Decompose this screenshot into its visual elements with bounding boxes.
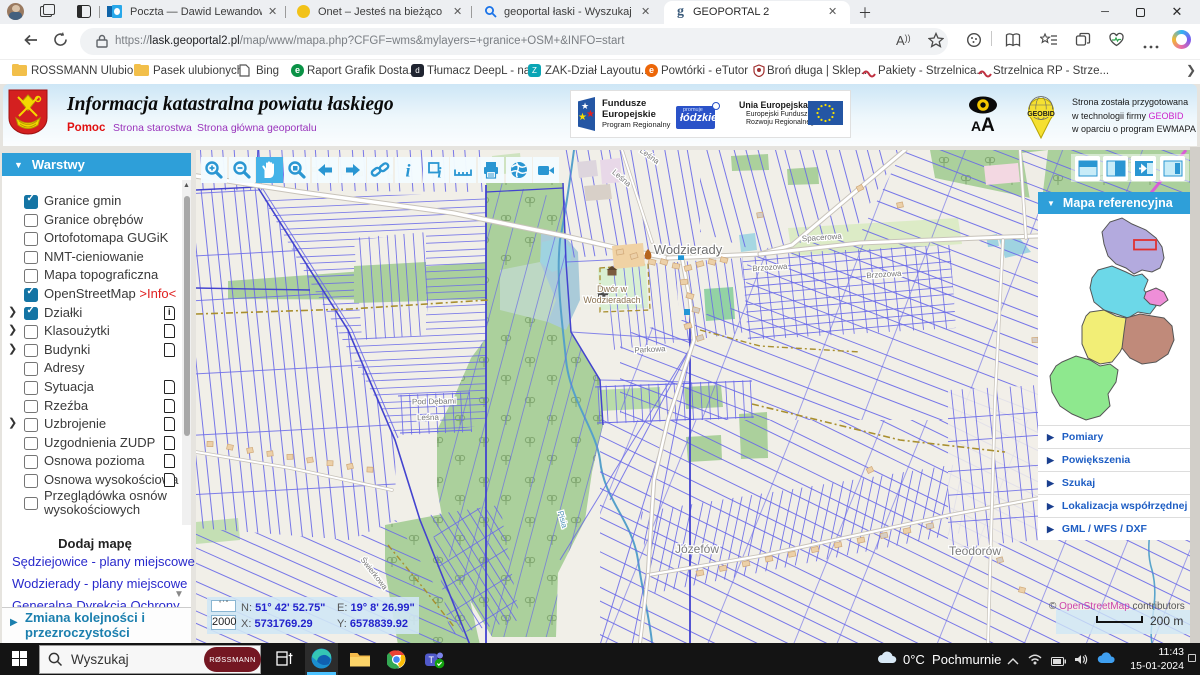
svg-text:A: A bbox=[971, 118, 981, 132]
svg-text:i: i bbox=[437, 166, 442, 182]
svg-text:Wodzierady: Wodzierady bbox=[654, 242, 723, 257]
svg-text:Wodzieradach: Wodzieradach bbox=[583, 295, 640, 305]
svg-text:T: T bbox=[429, 655, 435, 665]
svg-text:Leśna: Leśna bbox=[417, 413, 440, 422]
svg-text:i: i bbox=[405, 161, 410, 181]
svg-text:Teodorów: Teodorów bbox=[949, 544, 1001, 558]
svg-text:GEOBID: GEOBID bbox=[1027, 111, 1055, 118]
svg-text:Parkowa: Parkowa bbox=[634, 344, 666, 355]
svg-text:Dwór w: Dwór w bbox=[597, 284, 628, 294]
svg-text:Pod Dębami: Pod Dębami bbox=[412, 397, 456, 407]
svg-text:Józefów: Józefów bbox=[675, 542, 719, 556]
svg-text:A: A bbox=[981, 115, 995, 132]
